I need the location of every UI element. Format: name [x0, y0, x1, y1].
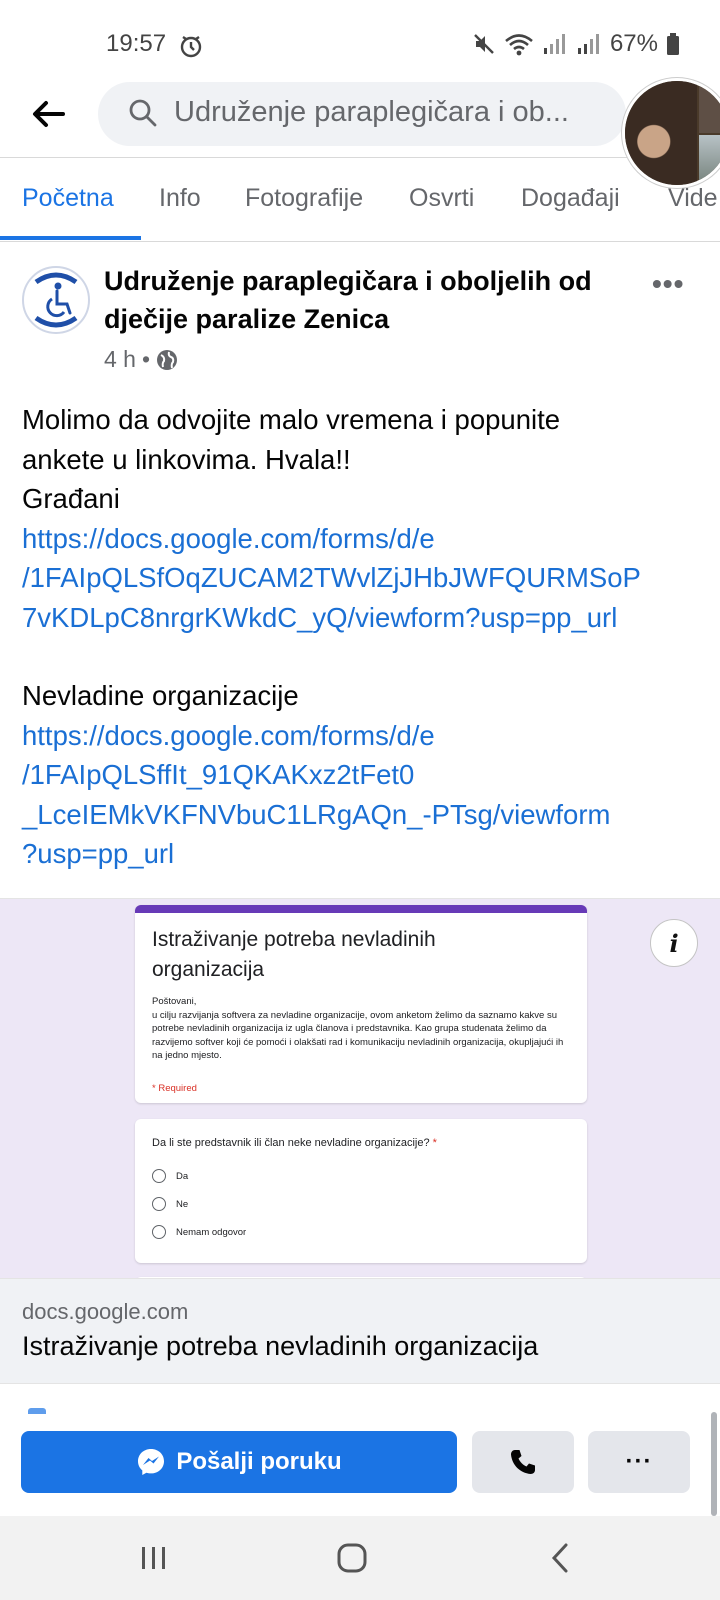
form-description-text: u cilju razvijanja softvera za nevladine… — [152, 1009, 564, 1062]
send-message-label: Pošalji poruku — [176, 1448, 342, 1475]
post-meta: 4 h • — [104, 346, 178, 373]
globe-icon — [157, 349, 178, 370]
page-avatar[interactable] — [22, 266, 90, 334]
search-header: Udruženje paraplegičara i ob... — [0, 78, 720, 188]
home-icon — [337, 1543, 367, 1573]
form-question-card: Da li ste predstavnik ili član neke nevl… — [135, 1119, 587, 1263]
recent-apps-icon — [142, 1547, 165, 1569]
link-domain: docs.google.com — [22, 1299, 189, 1324]
phone-icon — [511, 1450, 535, 1474]
signal-icon — [543, 34, 565, 54]
body-label-ngo: Nevladine organizacije — [22, 680, 299, 711]
form-question-text: Da li ste predstavnik ili član neke nevl… — [152, 1137, 430, 1149]
form-greeting: Poštovani, — [152, 996, 197, 1007]
body-text-line: ankete u linkovima. Hvala!! — [22, 443, 351, 475]
send-message-button[interactable]: Pošalji poruku — [21, 1431, 457, 1493]
survey-link-ngo[interactable]: ?usp=pp_url — [22, 834, 712, 874]
status-bar: 19:57 67% — [0, 0, 720, 80]
form-question: Da li ste predstavnik ili član neke nevl… — [152, 1137, 437, 1149]
link-caption[interactable]: docs.google.com Istraživanje potreba nev… — [0, 1278, 720, 1384]
home-button[interactable] — [332, 1538, 372, 1578]
wifi-icon — [505, 34, 533, 56]
tab-pocetna[interactable]: Početna — [22, 184, 114, 213]
radio-circle-icon — [152, 1225, 166, 1239]
back-arrow-icon — [33, 101, 65, 127]
info-button[interactable]: i — [650, 919, 698, 967]
scrollbar[interactable] — [711, 1412, 717, 1516]
radio-circle-icon — [152, 1197, 166, 1211]
radio-circle-icon — [152, 1169, 166, 1183]
battery-icon — [667, 33, 679, 55]
form-option-label: Nemam odgovor — [176, 1226, 247, 1238]
status-icons: 67% — [472, 30, 680, 58]
tab-osvrti[interactable]: Osvrti — [409, 184, 474, 213]
battery-percent: 67% — [609, 30, 658, 57]
form-option: Nemam odgovor — [152, 1225, 246, 1239]
mute-icon — [474, 34, 494, 54]
back-button[interactable] — [26, 92, 70, 136]
tab-dogadjaji[interactable]: Događaji — [521, 184, 620, 213]
wheelchair-logo-icon — [26, 270, 86, 330]
alarm-icon — [180, 36, 202, 58]
search-query: Udruženje paraplegičara i ob... — [174, 96, 569, 128]
survey-link-ngo[interactable]: _LceIEMkVKFNVbuC1LRgAQn_-PTsg/viewform — [22, 795, 712, 835]
meta-separator: • — [141, 346, 151, 372]
search-bar[interactable]: Udruženje paraplegičara i ob... — [98, 82, 626, 146]
link-preview-image[interactable]: Istraživanje potreba nevladinih organiza… — [0, 898, 720, 1278]
peek-indicator — [28, 1408, 46, 1414]
recent-apps-button[interactable] — [134, 1538, 174, 1578]
system-nav-bar — [0, 1516, 720, 1600]
tab-info[interactable]: Info — [159, 184, 201, 213]
messenger-icon — [138, 1449, 165, 1475]
status-time: 19:57 — [106, 30, 167, 57]
form-option-label: Da — [176, 1170, 189, 1182]
survey-link-gradjani[interactable]: https://docs.google.com/forms/d/e — [22, 519, 712, 559]
signal-icon-2 — [577, 34, 599, 54]
form-header-card: Istraživanje potreba nevladinih organiza… — [135, 905, 587, 1103]
search-icon — [129, 99, 157, 127]
post-options-button[interactable]: ••• — [652, 268, 684, 300]
system-back-button[interactable] — [540, 1538, 580, 1578]
post-time[interactable]: 4 h — [104, 346, 136, 373]
chevron-left-icon — [551, 1543, 568, 1573]
form-option: Da — [152, 1169, 188, 1183]
form-option-label: Ne — [176, 1198, 189, 1210]
post-author[interactable]: Udruženje paraplegičara i oboljelih od d… — [104, 262, 644, 338]
form-title: Istraživanje potreba nevladinih organiza… — [152, 928, 436, 981]
required-star: * — [432, 1137, 437, 1149]
more-actions-button[interactable]: ··· — [588, 1431, 690, 1493]
survey-link-gradjani[interactable]: /1FAIpQLSfOqZUCAM2TWvlZjJHbJWFQURMSoP — [22, 558, 712, 598]
body-label-gradjani: Građani — [22, 483, 120, 514]
page-action-bar: Pošalji poruku ··· — [0, 1402, 720, 1500]
call-button[interactable] — [472, 1431, 574, 1493]
form-description: Poštovani, u cilju razvijanja softvera z… — [152, 995, 572, 1063]
body-text-line: Molimo da odvojite malo vremena i popuni… — [22, 404, 561, 435]
form-required-note: * Required — [152, 1083, 197, 1094]
survey-link-ngo[interactable]: https://docs.google.com/forms/d/e — [22, 716, 712, 756]
active-tab-indicator — [0, 236, 141, 240]
tab-fotografije[interactable]: Fotografije — [245, 184, 363, 213]
post-body: Molimo da odvojite malo vremena i popuni… — [22, 400, 712, 874]
survey-link-ngo[interactable]: /1FAIpQLSffIt_91QKAKxz2tFet0 — [22, 755, 712, 795]
link-title: Istraživanje potreba nevladinih organiza… — [22, 1331, 539, 1361]
survey-link-gradjani[interactable]: 7vKDLpC8nrgrKWkdC_yQ/viewform?usp=pp_url — [22, 598, 712, 638]
tab-video[interactable]: Vide — [668, 184, 718, 213]
form-option: Ne — [152, 1197, 188, 1211]
page-tabs: Početna Info Fotografije Osvrti Događaji… — [0, 160, 720, 242]
